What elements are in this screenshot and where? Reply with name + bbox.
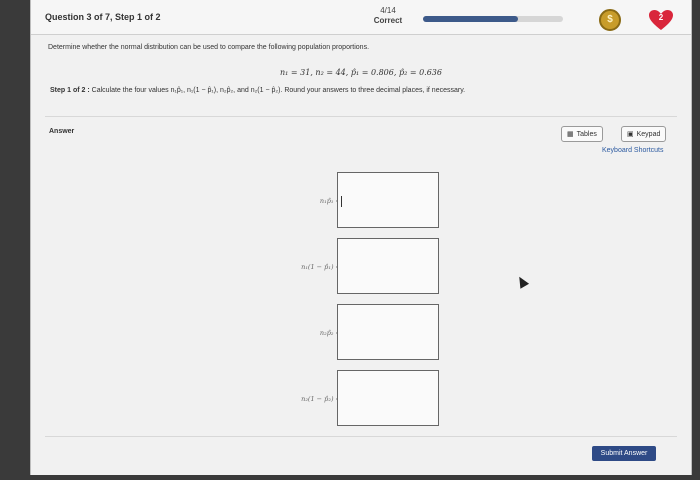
step-text: Calculate the four values n₁p̂₁, n₁(1 − … <box>91 87 466 94</box>
answer-input-n1p1[interactable] <box>337 172 439 228</box>
keypad-icon: ▣ <box>627 131 634 138</box>
progress-bar <box>423 16 563 22</box>
given-values: n₁ = 31, n₂ = 44, p̂₁ = 0.806, p̂₂ = 0.6… <box>280 68 442 77</box>
heart-count: 2 <box>658 13 664 22</box>
submit-answer-button[interactable]: Submit Answer <box>592 446 656 461</box>
progress-fill <box>423 16 519 22</box>
tables-button[interactable]: ▦ Tables <box>561 126 603 142</box>
answer-label: Answer <box>49 128 75 135</box>
tables-button-label: Tables <box>576 131 597 138</box>
answer-input-n1q1[interactable] <box>337 238 439 294</box>
answer-input-n2q2[interactable] <box>337 370 439 426</box>
question-label: Question 3 of 7, Step 1 of 2 <box>45 12 161 22</box>
problem-prompt: Determine whether the normal distributio… <box>48 44 370 51</box>
heart-icon[interactable]: 2 <box>648 9 674 31</box>
question-panel: Question 3 of 7, Step 1 of 2 4/14 Correc… <box>30 0 692 475</box>
score-fraction: 4/14 <box>380 6 396 15</box>
answer-input-n2p2[interactable] <box>337 304 439 360</box>
step-instruction: Step 1 of 2 : Calculate the four values … <box>50 87 465 94</box>
section-divider <box>45 116 677 117</box>
row-label-n1q1: n₁(1 − p̂₁) = <box>301 263 341 271</box>
keyboard-shortcuts-link[interactable]: Keyboard Shortcuts <box>602 147 663 154</box>
score-status: Correct <box>373 16 403 25</box>
row-label-n2q2: n₂(1 − p̂₂) = <box>301 395 341 403</box>
step-label: Step 1 of 2 : <box>50 87 90 94</box>
text-caret <box>341 196 342 207</box>
keypad-button-label: Keypad <box>636 131 661 138</box>
footer-divider <box>45 436 677 437</box>
score-display: 4/14 Correct <box>368 6 408 26</box>
mouse-pointer-icon <box>514 274 530 289</box>
keypad-button[interactable]: ▣ Keypad <box>621 126 667 142</box>
question-header: Question 3 of 7, Step 1 of 2 4/14 Correc… <box>31 0 691 35</box>
coin-icon[interactable]: $ <box>599 9 621 31</box>
table-icon: ▦ <box>567 131 574 138</box>
